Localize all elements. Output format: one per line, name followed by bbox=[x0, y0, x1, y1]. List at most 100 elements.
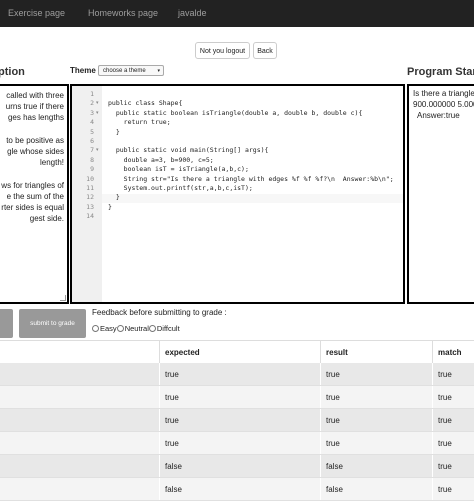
code-editor[interactable]: 1 2 ▾ public class Shape{3 ▾ public static b… bbox=[70, 84, 405, 304]
column-divider bbox=[159, 478, 160, 500]
current-line-highlight bbox=[102, 194, 403, 203]
theme-select[interactable]: choose a theme ▾ bbox=[98, 65, 164, 76]
theme-select-value: choose a theme bbox=[103, 68, 146, 74]
top-navbar: Exercise page Homeworks page javalde bbox=[0, 0, 474, 27]
table-row: true true true bbox=[0, 386, 474, 409]
line-number: 4 bbox=[90, 118, 94, 127]
column-divider bbox=[320, 432, 321, 454]
line-number: 14 bbox=[86, 212, 94, 221]
fold-arrow-icon[interactable]: ▾ bbox=[96, 110, 99, 116]
run-button[interactable] bbox=[0, 309, 13, 338]
column-divider bbox=[159, 363, 160, 385]
column-divider bbox=[320, 386, 321, 408]
theme-label: Theme bbox=[70, 66, 96, 75]
column-divider bbox=[432, 432, 433, 454]
code-line[interactable]: public class Shape{ bbox=[108, 99, 182, 107]
line-number: 6 bbox=[90, 137, 94, 145]
table-row: false false true bbox=[0, 478, 474, 501]
nav-homeworks-page[interactable]: Homeworks page bbox=[88, 8, 158, 18]
radio-easy-label: Easy bbox=[100, 324, 117, 333]
fold-arrow-icon[interactable]: ▾ bbox=[96, 100, 99, 106]
line-number: 12 bbox=[86, 193, 94, 202]
radio-neutral[interactable] bbox=[116, 325, 124, 332]
code-line[interactable]: return true; bbox=[108, 118, 171, 126]
radio-difficult[interactable] bbox=[148, 325, 156, 332]
column-divider bbox=[159, 432, 160, 454]
program-state-heading: Program Stan bbox=[407, 66, 474, 78]
column-divider bbox=[320, 409, 321, 431]
logout-button[interactable]: Not you logout bbox=[195, 42, 250, 59]
cell-match: true bbox=[438, 485, 452, 494]
cell-match: true bbox=[438, 370, 452, 379]
table-row: true true true bbox=[0, 409, 474, 432]
table-row: false false true bbox=[0, 455, 474, 478]
column-divider bbox=[432, 409, 433, 431]
feedback-radio-group: Easy Neutral Diffcult bbox=[92, 324, 180, 333]
column-divider bbox=[159, 341, 160, 364]
radio-easy[interactable] bbox=[92, 325, 99, 332]
cell-expected: true bbox=[165, 370, 179, 379]
line-number: 5 bbox=[90, 127, 94, 136]
description-text: called with three urns true if there ges… bbox=[1, 91, 64, 224]
cell-match: true bbox=[438, 439, 452, 448]
radio-neutral-label: Neutral bbox=[124, 324, 149, 333]
column-divider bbox=[432, 341, 433, 364]
header-match: match bbox=[438, 348, 462, 357]
feedback-label: Feedback before submitting to grade : bbox=[92, 308, 227, 317]
cell-result: true bbox=[326, 370, 340, 379]
line-number: 7 bbox=[90, 146, 94, 155]
line-number: 2 bbox=[90, 99, 94, 108]
submit-button[interactable]: submit to grade bbox=[19, 309, 86, 338]
code-line[interactable]: boolean isT = isTriangle(a,b,c); bbox=[108, 165, 249, 173]
cell-expected: true bbox=[165, 416, 179, 425]
code-line[interactable]: public static void main(String[] args){ bbox=[108, 146, 269, 154]
line-number: 3 bbox=[90, 108, 94, 117]
column-divider bbox=[432, 386, 433, 408]
cell-expected: false bbox=[165, 485, 182, 494]
column-divider bbox=[159, 386, 160, 408]
output-panel: Is there a triangle 900.000000 5.000 Ans… bbox=[407, 84, 474, 304]
code-line[interactable]: public static boolean isTriangle(double … bbox=[108, 109, 363, 117]
chevron-down-icon: ▾ bbox=[157, 68, 160, 74]
line-number: 13 bbox=[86, 202, 94, 211]
table-row: true true true bbox=[0, 432, 474, 455]
cell-result: true bbox=[326, 439, 340, 448]
cell-expected: true bbox=[165, 439, 179, 448]
header-expected: expected bbox=[165, 348, 200, 357]
code-line[interactable]: } bbox=[108, 203, 112, 211]
code-line[interactable]: String str="Is there a triangle with edg… bbox=[108, 175, 394, 183]
line-number: 1 bbox=[90, 90, 94, 98]
column-divider bbox=[432, 478, 433, 500]
resize-handle-icon[interactable] bbox=[60, 295, 66, 301]
output-text: Is there a triangle 900.000000 5.000 Ans… bbox=[413, 89, 474, 121]
cell-expected: true bbox=[165, 393, 179, 402]
line-number: 11 bbox=[86, 184, 94, 192]
nav-exercise-page[interactable]: Exercise page bbox=[8, 8, 65, 18]
code-line[interactable]: } bbox=[108, 193, 120, 201]
cell-result: true bbox=[326, 393, 340, 402]
line-number: 8 bbox=[90, 155, 94, 164]
code-line[interactable]: double a=3, b=900, c=5; bbox=[108, 156, 214, 164]
description-heading: ption bbox=[0, 66, 25, 78]
code-line[interactable]: System.out.printf(str,a,b,c,isT); bbox=[108, 184, 253, 192]
line-number: 9 bbox=[90, 165, 94, 174]
header-result: result bbox=[326, 348, 348, 357]
table-row: true true true bbox=[0, 363, 474, 386]
code-line[interactable]: } bbox=[108, 128, 120, 136]
description-panel: called with three urns true if there ges… bbox=[0, 84, 69, 304]
line-number: 10 bbox=[86, 174, 94, 183]
column-divider bbox=[320, 341, 321, 364]
cell-result: false bbox=[326, 485, 343, 494]
column-divider bbox=[320, 363, 321, 385]
cell-result: true bbox=[326, 416, 340, 425]
cell-match: true bbox=[438, 416, 452, 425]
back-button[interactable]: Back bbox=[253, 42, 277, 59]
radio-difficult-label: Diffcult bbox=[156, 324, 180, 333]
fold-arrow-icon[interactable]: ▾ bbox=[96, 147, 99, 153]
cell-match: true bbox=[438, 393, 452, 402]
column-divider bbox=[432, 363, 433, 385]
column-divider bbox=[320, 478, 321, 500]
nav-user[interactable]: javalde bbox=[178, 8, 207, 18]
table-header-row: expected result match bbox=[0, 340, 474, 365]
column-divider bbox=[159, 409, 160, 431]
